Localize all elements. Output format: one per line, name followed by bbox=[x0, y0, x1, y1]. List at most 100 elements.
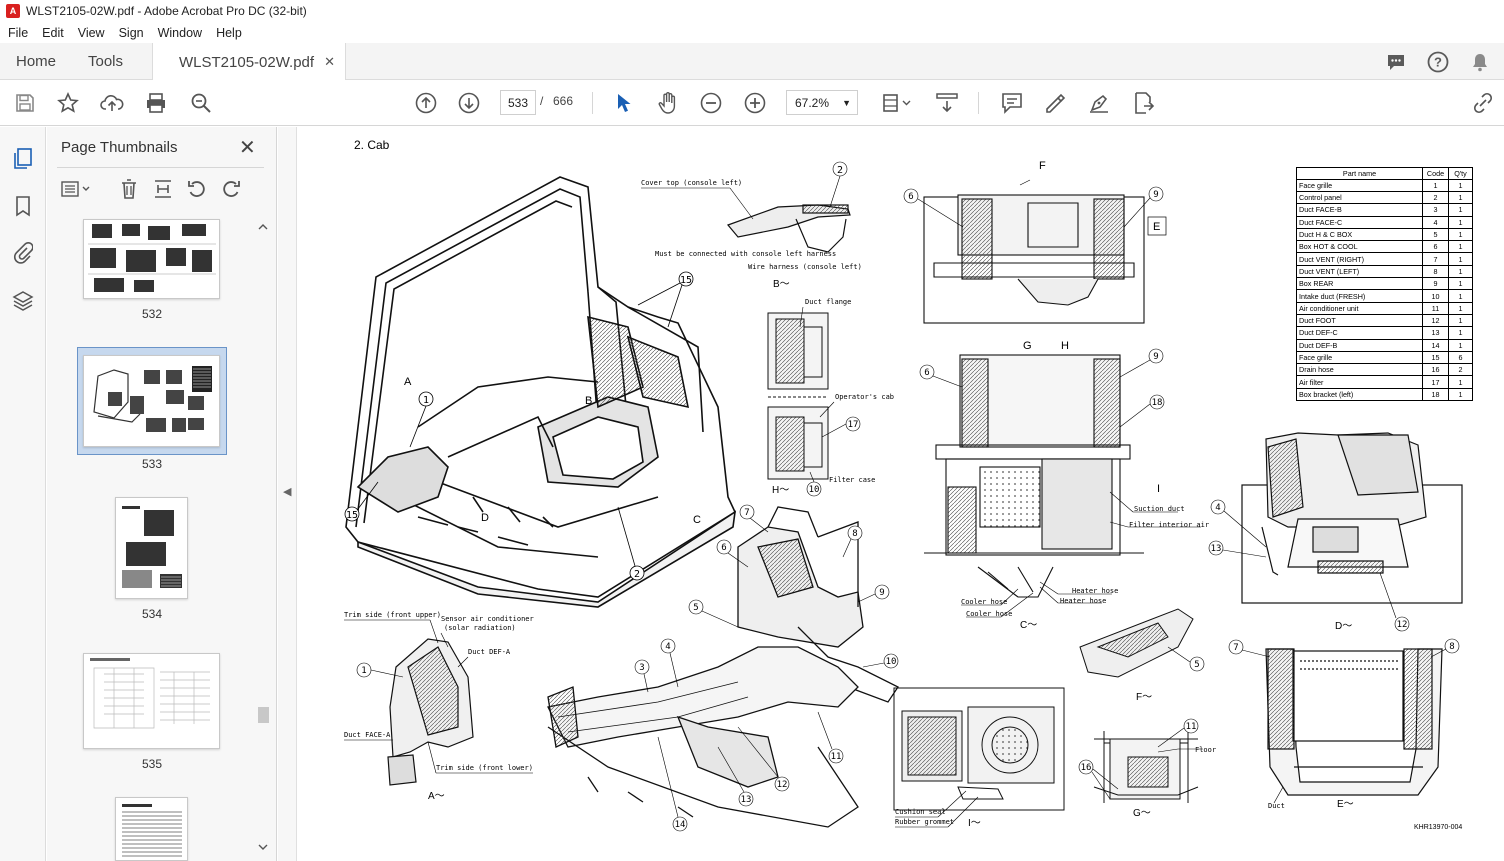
menu-edit[interactable]: Edit bbox=[34, 26, 70, 40]
thumbnail-page-535[interactable] bbox=[83, 653, 220, 749]
main-toolbar: 533 / 666 67.2% ▼ bbox=[0, 80, 1504, 126]
hand-tool-icon[interactable] bbox=[655, 90, 681, 116]
marker-f: F bbox=[1039, 160, 1046, 172]
table-row: Box REAR 9 1 bbox=[1296, 277, 1473, 291]
thumbnail-page-536[interactable] bbox=[115, 797, 188, 861]
thumbnails-scrollbar[interactable] bbox=[257, 219, 269, 855]
part-name-cell: Air filter bbox=[1296, 375, 1423, 389]
part-qty-cell: 1 bbox=[1448, 264, 1473, 279]
table-row: Duct FOOT 12 1 bbox=[1296, 313, 1473, 328]
save-icon[interactable] bbox=[12, 90, 38, 116]
panel-close-icon[interactable]: ✕ bbox=[239, 135, 256, 160]
svg-text:6: 6 bbox=[908, 192, 913, 202]
svg-text:?: ? bbox=[1434, 55, 1442, 70]
zoom-out-icon[interactable] bbox=[698, 90, 724, 116]
attachments-paperclip-icon[interactable] bbox=[11, 240, 35, 264]
bookmarks-icon[interactable] bbox=[11, 194, 35, 218]
notification-bell-icon[interactable] bbox=[1468, 50, 1492, 74]
page-fit-icon[interactable] bbox=[880, 90, 914, 116]
tab-document-label: WLST2105-02W.pdf bbox=[179, 53, 315, 71]
svg-text:8: 8 bbox=[852, 529, 857, 539]
toolbar-divider bbox=[592, 92, 593, 114]
comment-icon[interactable] bbox=[999, 90, 1025, 116]
select-cursor-icon[interactable] bbox=[611, 90, 637, 116]
page-separator: / bbox=[540, 94, 544, 108]
bookmark-star-icon[interactable] bbox=[55, 90, 81, 116]
svg-text:6: 6 bbox=[721, 543, 726, 553]
window-title: WLST2105-02W.pdf - Adobe Acrobat Pro DC … bbox=[26, 4, 307, 18]
part-code-cell: 5 bbox=[1422, 227, 1449, 242]
panel-splitter[interactable]: ◀ bbox=[278, 127, 297, 861]
collapse-panel-icon[interactable]: ◀ bbox=[283, 485, 291, 498]
chevron-down-icon: ▼ bbox=[842, 98, 851, 108]
svg-text:9: 9 bbox=[1153, 352, 1158, 362]
part-code-cell: 10 bbox=[1422, 289, 1449, 303]
tab-tools[interactable]: Tools bbox=[88, 43, 123, 80]
svg-text:17: 17 bbox=[848, 420, 859, 430]
previous-page-icon[interactable] bbox=[413, 90, 439, 116]
zoom-search-icon[interactable] bbox=[188, 90, 214, 116]
tab-home[interactable]: Home bbox=[16, 43, 56, 80]
scroll-mode-icon[interactable] bbox=[934, 90, 960, 116]
zoom-in-icon[interactable] bbox=[742, 90, 768, 116]
zoom-level-select[interactable]: 67.2% ▼ bbox=[786, 90, 858, 115]
share-link-icon[interactable] bbox=[1470, 90, 1496, 116]
parts-table-header: Q'ty bbox=[1448, 167, 1473, 180]
part-qty-cell: 1 bbox=[1448, 277, 1473, 291]
menu-sign[interactable]: Sign bbox=[111, 26, 150, 40]
tab-document[interactable]: WLST2105-02W.pdf ✕ bbox=[152, 43, 346, 81]
part-qty-cell: 1 bbox=[1448, 240, 1473, 254]
svg-text:8: 8 bbox=[1449, 642, 1454, 652]
thumbnail-options-icon[interactable] bbox=[59, 177, 93, 201]
part-name-cell: Box bracket (left) bbox=[1296, 387, 1423, 402]
help-icon[interactable]: ? bbox=[1426, 50, 1450, 74]
sign-pen-icon[interactable] bbox=[1086, 90, 1112, 116]
export-pdf-icon[interactable] bbox=[1130, 90, 1156, 116]
thumbnail-tools bbox=[57, 177, 267, 203]
marker-i: I bbox=[1157, 483, 1160, 495]
layers-icon[interactable] bbox=[11, 289, 35, 313]
thumbnail-page-534[interactable] bbox=[115, 497, 188, 599]
part-qty-cell: 1 bbox=[1448, 338, 1473, 352]
view-label-h: H～ bbox=[772, 485, 789, 496]
svg-text:11: 11 bbox=[831, 752, 842, 762]
part-code-cell: 14 bbox=[1422, 338, 1449, 352]
page-number-input[interactable]: 533 bbox=[500, 90, 536, 115]
menu-window[interactable]: Window bbox=[150, 26, 208, 40]
part-name-cell: Duct VENT (RIGHT) bbox=[1296, 252, 1423, 266]
menu-file[interactable]: File bbox=[0, 26, 34, 40]
page-thumbnails-icon[interactable] bbox=[11, 147, 35, 171]
part-name-cell: Air conditioner unit bbox=[1296, 301, 1423, 315]
comment-bubble-icon[interactable] bbox=[1384, 50, 1408, 74]
menu-view[interactable]: View bbox=[70, 26, 111, 40]
marker-h: H bbox=[1061, 340, 1069, 352]
tab-close-icon[interactable]: ✕ bbox=[324, 54, 335, 70]
callout-trim-front-lower: Trim side (front lower) bbox=[436, 764, 533, 772]
rotate-clockwise-icon[interactable] bbox=[219, 177, 243, 201]
table-row: Duct FACE-C 4 1 bbox=[1296, 215, 1473, 229]
callout-duct-flange: Duct flange bbox=[805, 298, 851, 306]
callout-wire-harness: Wire harness (console left) bbox=[748, 263, 862, 271]
highlight-pen-icon[interactable] bbox=[1042, 90, 1068, 116]
view-label-f: F～ bbox=[1136, 692, 1152, 703]
menu-help[interactable]: Help bbox=[208, 26, 248, 40]
delete-page-icon[interactable] bbox=[117, 177, 141, 201]
upload-cloud-icon[interactable] bbox=[99, 90, 125, 116]
rotate-counterclockwise-icon[interactable] bbox=[185, 177, 209, 201]
table-row: Face grille 1 1 bbox=[1296, 178, 1473, 192]
part-name-cell: Duct FACE-B bbox=[1296, 203, 1423, 217]
document-view[interactable]: 2. Cab 1 15 15 2 A B D C Cover top (cons… bbox=[298, 127, 1504, 861]
callout-filter-case: Filter case bbox=[829, 476, 875, 484]
next-page-icon[interactable] bbox=[456, 90, 482, 116]
extract-page-icon[interactable] bbox=[151, 177, 175, 201]
thumbnail-page-532[interactable] bbox=[83, 219, 220, 299]
svg-text:5: 5 bbox=[693, 603, 698, 613]
scrollbar-thumb[interactable] bbox=[258, 707, 269, 723]
toolbar-divider bbox=[978, 92, 979, 114]
thumbnail-page-533[interactable] bbox=[83, 355, 220, 447]
svg-text:9: 9 bbox=[1153, 190, 1158, 200]
print-icon[interactable] bbox=[143, 90, 169, 116]
section-title: 2. Cab bbox=[354, 138, 390, 152]
view-label-e: E～ bbox=[1337, 799, 1354, 810]
part-name-cell: Face grille bbox=[1296, 178, 1423, 192]
